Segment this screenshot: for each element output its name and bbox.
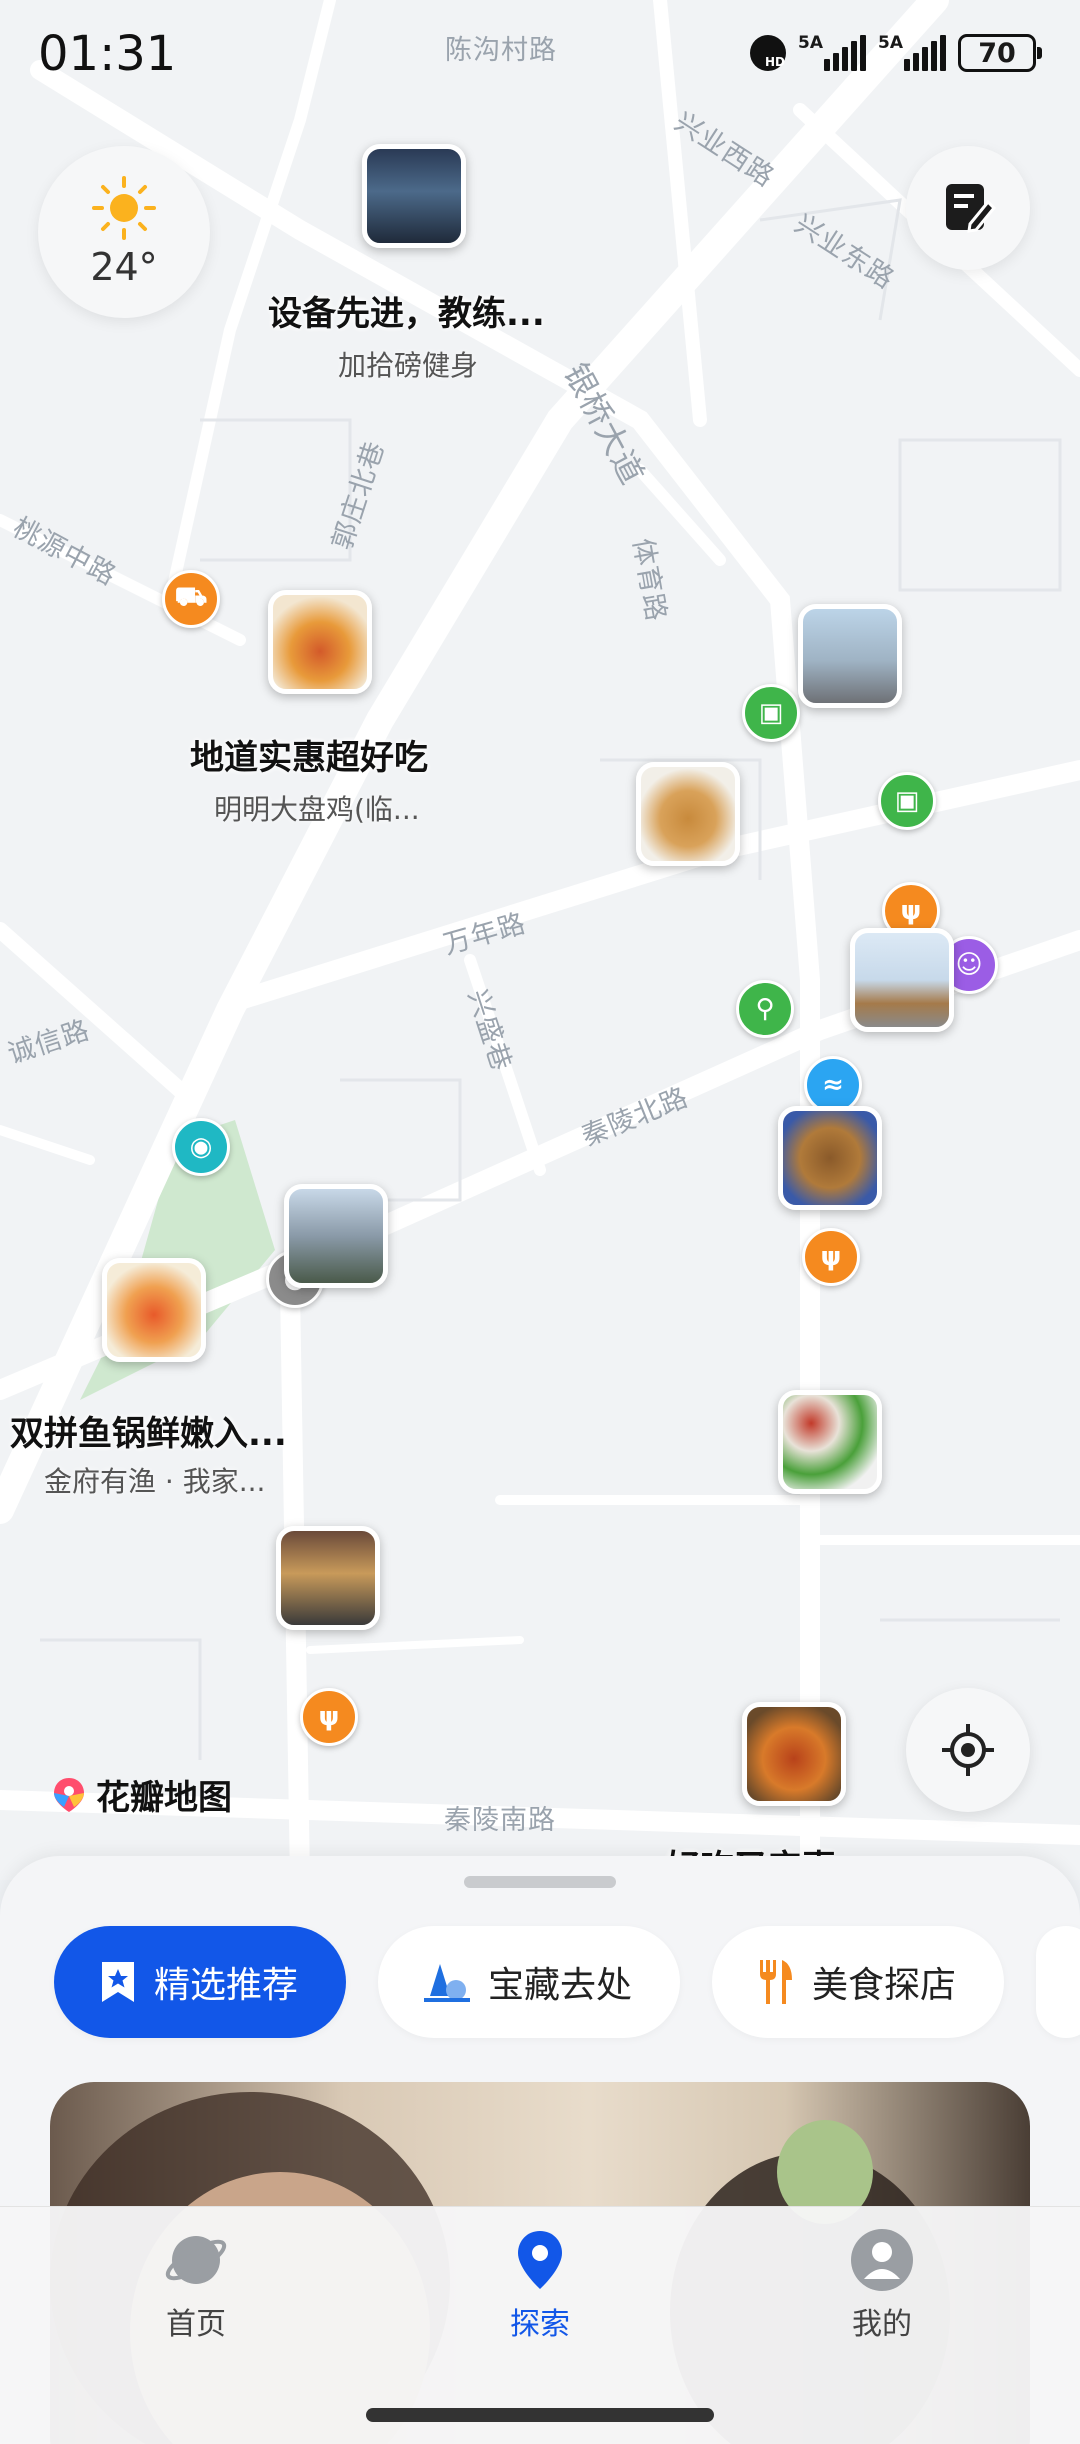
sun-icon — [92, 176, 156, 240]
crosshair-icon — [942, 1724, 994, 1776]
locate-button[interactable] — [906, 1688, 1030, 1812]
sim1-network-type: 5A — [798, 33, 823, 53]
status-icons: HD 5A 5A 70 — [750, 33, 1042, 72]
status-time: 01:31 — [38, 26, 177, 82]
user-icon — [851, 2229, 913, 2291]
status-bar: 01:31 HD 5A 5A 70 — [0, 0, 1080, 110]
battery-level: 70 — [978, 37, 1016, 69]
nav-home[interactable]: 首页 — [96, 2227, 296, 2343]
poi-title[interactable]: 双拼鱼锅鲜嫩入... — [10, 1406, 287, 1455]
edit-note-icon — [946, 184, 996, 233]
nav-label: 我的 — [852, 2307, 912, 2342]
poi-photo-chicken[interactable] — [268, 590, 372, 694]
poi-photo-building[interactable] — [284, 1184, 388, 1288]
sim2-network-type: 5A — [878, 33, 903, 53]
chip-label: 宝藏去处 — [488, 1965, 633, 2006]
planet-icon — [165, 2236, 227, 2284]
map-logo-text: 花瓣地图 — [96, 1778, 232, 1818]
shopping-cart-marker-icon[interactable]: ⛟ — [162, 570, 220, 628]
poi-photo-gym[interactable] — [362, 144, 466, 248]
poi-photo-fish[interactable] — [102, 1258, 206, 1362]
weather-widget[interactable]: 24° — [38, 146, 210, 318]
chip-label: 精选推荐 — [154, 1965, 299, 2006]
nav-explore[interactable]: 探索 — [440, 2227, 640, 2343]
sheet-drag-handle[interactable] — [464, 1876, 616, 1888]
road-label-qinlingnan: 秦陵南路 — [444, 1805, 556, 1836]
sports-venue-marker-icon[interactable]: ▣ — [742, 684, 800, 742]
nav-label: 首页 — [166, 2307, 226, 2342]
restaurant-marker-icon[interactable]: ψ — [802, 1228, 860, 1286]
nav-label: 探索 — [510, 2307, 570, 2342]
camera-marker-icon[interactable]: ◉ — [172, 1118, 230, 1176]
sports-venue-marker-icon[interactable]: ▣ — [878, 772, 936, 830]
poi-photo-dishes[interactable] — [778, 1390, 882, 1494]
chip-label: 美食探店 — [812, 1965, 957, 2006]
restaurant-marker-icon[interactable]: ψ — [300, 1688, 358, 1746]
poi-photo-buffet[interactable] — [276, 1526, 380, 1630]
bookmark-star-icon — [102, 1962, 134, 2002]
petal-map-icon — [54, 1777, 84, 1812]
poi-photo-gate[interactable] — [798, 604, 902, 708]
signal-icon: 5A — [798, 33, 866, 71]
poi-photo-pyramid[interactable] — [850, 928, 954, 1032]
chip-food-explore[interactable]: 美食探店 — [712, 1926, 1005, 2038]
fork-knife-icon — [760, 1960, 793, 2004]
hiking-marker-icon[interactable]: ⚲ — [736, 980, 794, 1038]
notes-button[interactable] — [906, 146, 1030, 270]
poi-title[interactable]: 地道实惠超好吃 — [190, 730, 428, 779]
poi-subtitle: 明明大盘鸡(临... — [214, 793, 420, 826]
chip-more[interactable] — [1036, 1926, 1080, 2038]
tree-icon — [424, 1964, 471, 2002]
category-chips: 精选推荐 宝藏去处 美食探店 — [54, 1926, 1080, 2038]
home-indicator[interactable] — [366, 2408, 714, 2422]
poi-photo-spicy[interactable] — [742, 1702, 846, 1806]
battery-indicator: 70 — [958, 34, 1042, 72]
signal-icon: 5A — [878, 33, 946, 71]
poi-title[interactable]: 设备先进，教练... — [268, 286, 545, 335]
poi-photo-stirfry[interactable] — [778, 1106, 882, 1210]
chip-featured[interactable]: 精选推荐 — [54, 1926, 347, 2038]
chip-treasure-places[interactable]: 宝藏去处 — [378, 1926, 681, 2038]
hd-call-icon: HD — [750, 35, 786, 71]
temperature: 24° — [90, 245, 158, 289]
poi-subtitle: 金府有渔 · 我家... — [44, 1465, 266, 1498]
poi-photo-snack[interactable] — [636, 762, 740, 866]
poi-subtitle: 加拾磅健身 — [338, 349, 479, 382]
map-logo: 花瓣地图 — [50, 1770, 232, 1819]
location-pin-icon — [518, 2231, 562, 2289]
nav-mine[interactable]: 我的 — [782, 2227, 982, 2343]
